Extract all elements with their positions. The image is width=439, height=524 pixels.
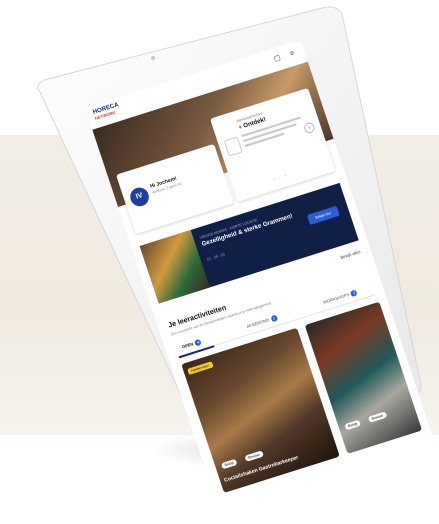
promo-button[interactable]: Bekijk hier — [307, 205, 340, 225]
tab-completed[interactable]: AFGEROND 2 — [246, 314, 278, 330]
tab-workshops[interactable]: WORKSHOPS 3 — [322, 289, 359, 306]
calendar-icon[interactable]: ▢ — [273, 53, 286, 63]
view-all-link[interactable]: Bekijk alles — [340, 249, 361, 260]
save-chip[interactable]: Bewaar — [367, 411, 388, 423]
camera-icon — [151, 56, 155, 60]
promo-meta: 21 · 28 · 33 — [206, 252, 226, 262]
recommended-badge: Aanbevolen — [187, 361, 214, 375]
menu-icon[interactable]: ≡ — [289, 49, 299, 58]
chevron-right-icon[interactable]: › — [302, 121, 316, 135]
view-chip[interactable]: Bekijk — [220, 458, 238, 470]
document-icon — [223, 136, 243, 157]
tablet-device: HORECA NETWORK ▢ ≡ IV Hi Jochem! Welkom,… — [0, 0, 439, 524]
avatar[interactable]: IV — [127, 185, 152, 209]
save-chip[interactable]: Bewaar — [244, 450, 264, 462]
promo-image — [139, 229, 210, 304]
carousel-dots[interactable]: • — • — [273, 172, 288, 181]
header-icons: ▢ ≡ — [273, 48, 299, 64]
view-chip[interactable]: Bekijk — [344, 419, 362, 431]
logo[interactable]: HORECA NETWORK — [92, 102, 121, 122]
